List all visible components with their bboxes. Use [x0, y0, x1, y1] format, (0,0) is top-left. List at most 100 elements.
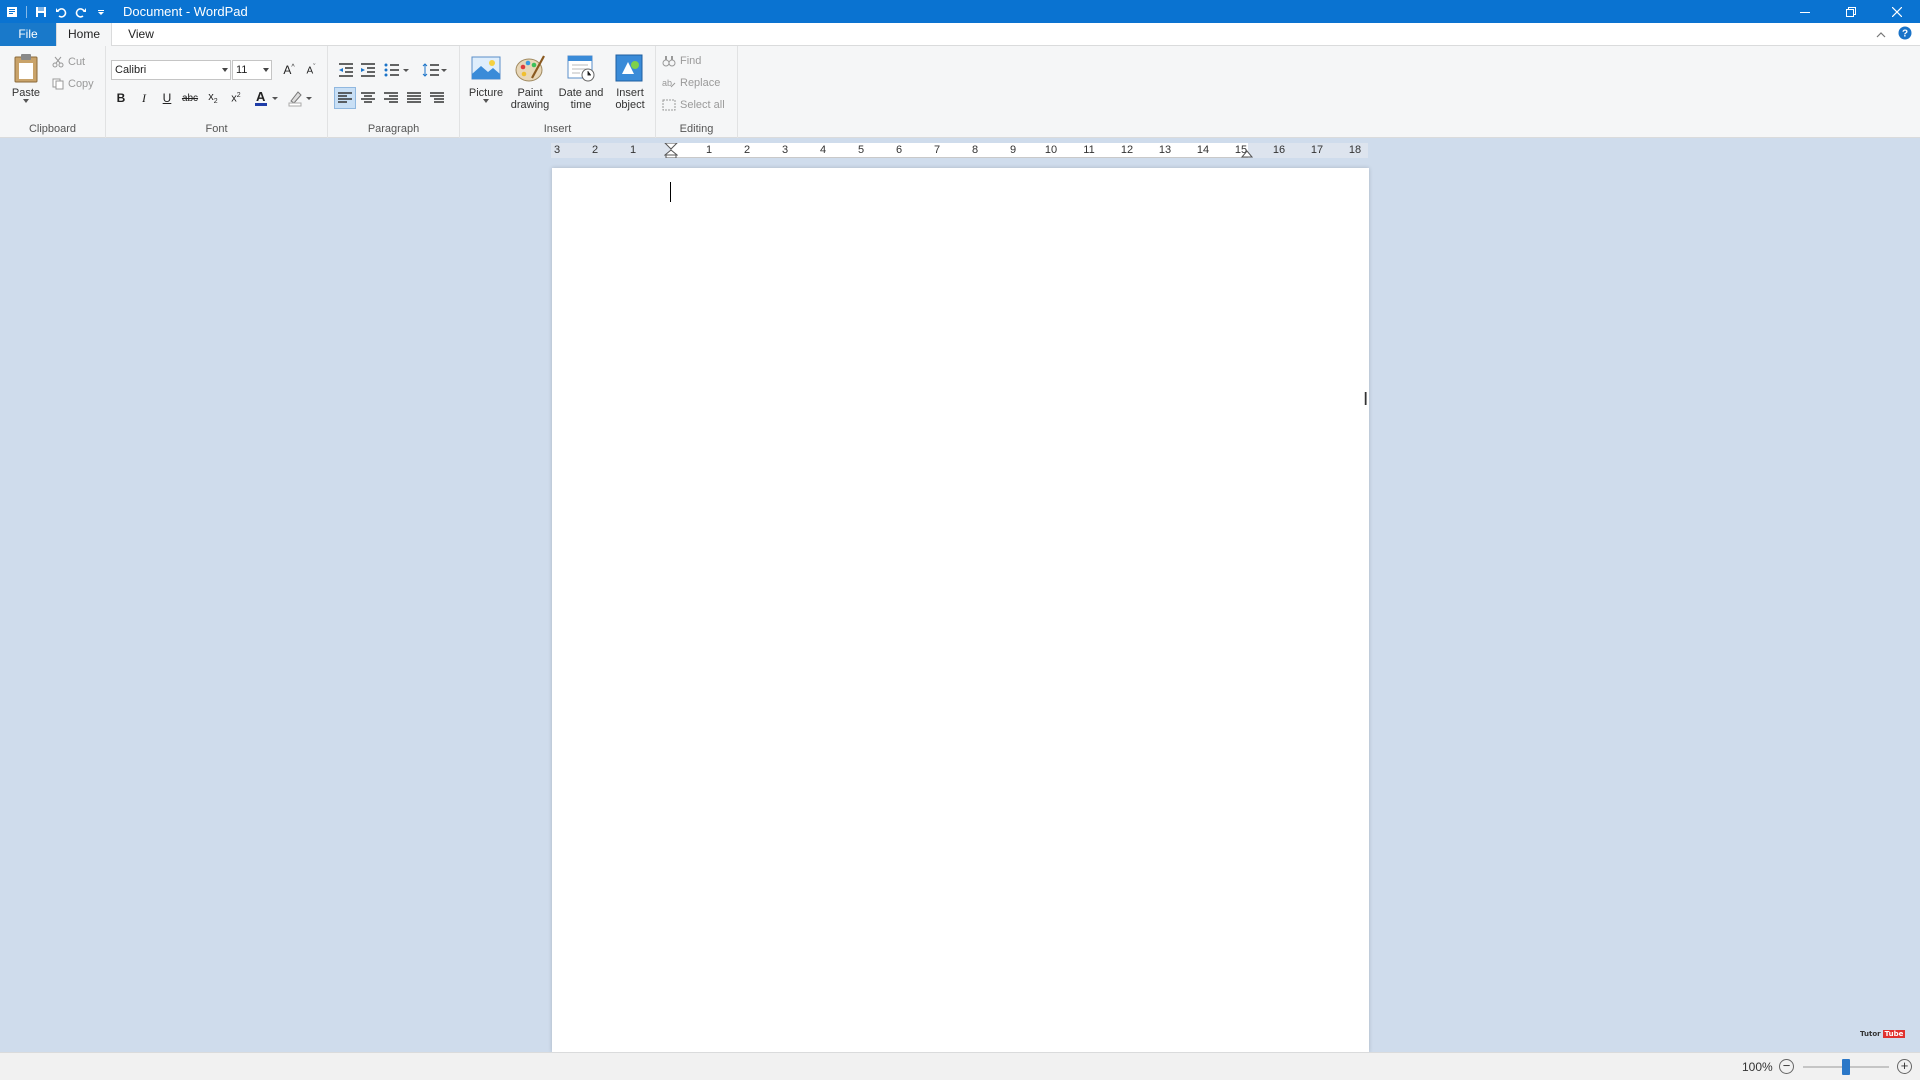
insert-object-label-1: Insert	[616, 87, 644, 99]
indent-markers-icon[interactable]	[664, 143, 678, 158]
superscript-button[interactable]: x2	[225, 87, 247, 109]
increase-indent-icon	[361, 63, 375, 77]
select-all-label: Select all	[680, 99, 725, 111]
paste-button[interactable]: Paste	[6, 52, 46, 103]
strikethrough-button[interactable]: abc	[179, 87, 201, 109]
ruler-number: 13	[1158, 144, 1172, 156]
svg-text:A: A	[256, 89, 266, 104]
collapse-ribbon-icon[interactable]	[1876, 28, 1886, 42]
bullet-list-icon	[384, 63, 409, 77]
paragraph-settings-button[interactable]	[426, 87, 448, 109]
insert-group: Picture Paint drawing Date and time Inse…	[460, 46, 656, 138]
insert-object-icon	[615, 54, 643, 82]
date-and-time-button[interactable]: Date and time	[556, 52, 606, 111]
justify-button[interactable]	[403, 87, 425, 109]
ruler-number: 2	[591, 144, 599, 156]
align-left-button[interactable]	[334, 87, 356, 109]
text-color-icon: A	[255, 89, 278, 106]
grow-font-button[interactable]: A^	[278, 59, 300, 81]
help-icon[interactable]: ?	[1898, 26, 1912, 43]
close-button[interactable]	[1874, 0, 1920, 23]
bold-button[interactable]: B	[110, 87, 132, 109]
ruler[interactable]: 3 2 1 1 2 3 4 5 6 7 8 9 10 11 12 13 14 1…	[551, 143, 1368, 158]
watermark-part-1: Tutor	[1860, 1030, 1881, 1038]
font-family-dropdown-icon	[222, 68, 228, 72]
line-spacing-button[interactable]	[420, 59, 450, 81]
zoom-in-button[interactable]: +	[1897, 1059, 1912, 1074]
align-center-button[interactable]	[357, 87, 379, 109]
ruler-number: 1	[705, 144, 713, 156]
ruler-number: 1	[629, 144, 637, 156]
shrink-font-button[interactable]: Aˇ	[300, 59, 322, 81]
ribbon: Paste Cut Copy Clipboard Calibri 11 A^ A…	[0, 46, 1920, 138]
align-right-button[interactable]	[380, 87, 402, 109]
paint-drawing-button[interactable]: Paint drawing	[508, 52, 552, 111]
underline-button[interactable]: U	[156, 87, 178, 109]
picture-dropdown-icon[interactable]	[483, 99, 489, 103]
ruler-number: 10	[1044, 144, 1058, 156]
customize-icon[interactable]	[91, 0, 111, 23]
font-size-combo[interactable]: 11	[232, 60, 272, 80]
tab-home[interactable]: Home	[56, 23, 112, 47]
save-icon[interactable]	[31, 0, 51, 23]
cut-label: Cut	[68, 56, 86, 68]
ribbon-tab-bar: File Home View ?	[0, 23, 1920, 47]
ruler-number: 12	[1120, 144, 1134, 156]
subscript-button[interactable]: x2	[202, 87, 224, 109]
text-caret	[670, 182, 671, 202]
strikethrough-icon: abc	[181, 92, 199, 104]
mouse-ibeam-cursor-icon: I	[1363, 389, 1369, 410]
line-spacing-icon	[422, 63, 447, 77]
tab-view[interactable]: View	[116, 23, 166, 46]
copy-button[interactable]: Copy	[52, 74, 94, 94]
ruler-number: 6	[895, 144, 903, 156]
editing-group: Find ab Replace Select all Editing	[656, 46, 738, 138]
quick-access-toolbar	[0, 0, 111, 23]
ruler-number: 11	[1083, 144, 1095, 156]
font-family-combo[interactable]: Calibri	[111, 60, 231, 80]
date-time-label-2: time	[570, 99, 592, 111]
right-indent-marker-icon[interactable]	[1241, 150, 1253, 158]
paragraph-group: Paragraph	[328, 46, 460, 138]
italic-icon: I	[142, 90, 146, 105]
find-label: Find	[680, 55, 702, 67]
italic-button[interactable]: I	[133, 87, 155, 109]
decrease-indent-button[interactable]	[335, 59, 357, 81]
watermark-logo: Tutor Tube	[1860, 1030, 1906, 1038]
tab-file[interactable]: File	[0, 23, 56, 46]
replace-button[interactable]: ab Replace	[662, 73, 720, 93]
undo-icon[interactable]	[51, 0, 71, 23]
bullets-button[interactable]	[382, 59, 412, 81]
document-page[interactable]	[552, 168, 1369, 1052]
cut-button[interactable]: Cut	[52, 52, 85, 72]
zoom-slider-track[interactable]	[1803, 1059, 1889, 1075]
text-color-button[interactable]: A	[252, 87, 282, 109]
ruler-number: 7	[933, 144, 941, 156]
picture-button[interactable]: Picture	[466, 52, 506, 103]
ruler-number: 14	[1196, 144, 1210, 156]
redo-icon[interactable]	[71, 0, 91, 23]
minimize-button[interactable]	[1782, 0, 1828, 23]
svg-text:ab: ab	[662, 78, 672, 88]
highlight-color-button[interactable]	[286, 87, 316, 109]
zoom-slider-thumb[interactable]	[1842, 1059, 1850, 1075]
ruler-number: 8	[971, 144, 979, 156]
align-right-icon	[384, 92, 398, 103]
select-all-button[interactable]: Select all	[662, 95, 725, 115]
insert-object-button[interactable]: Insert object	[608, 52, 652, 111]
clipboard-group-label: Clipboard	[28, 123, 77, 135]
underline-icon: U	[162, 91, 172, 105]
date-time-label-1: Date and	[558, 87, 604, 99]
find-button[interactable]: Find	[662, 51, 701, 71]
restore-button[interactable]	[1828, 0, 1874, 23]
editing-group-label: Editing	[679, 123, 714, 135]
ruler-number: 4	[819, 144, 827, 156]
paste-dropdown-icon[interactable]	[23, 99, 29, 103]
font-group-label: Font	[205, 123, 228, 135]
ruler-number: 5	[857, 144, 865, 156]
title-bar: Document - WordPad	[0, 0, 1920, 23]
insert-group-label: Insert	[543, 123, 572, 135]
zoom-out-button[interactable]: −	[1779, 1059, 1794, 1074]
increase-indent-button[interactable]	[357, 59, 379, 81]
app-icon[interactable]	[2, 0, 22, 23]
